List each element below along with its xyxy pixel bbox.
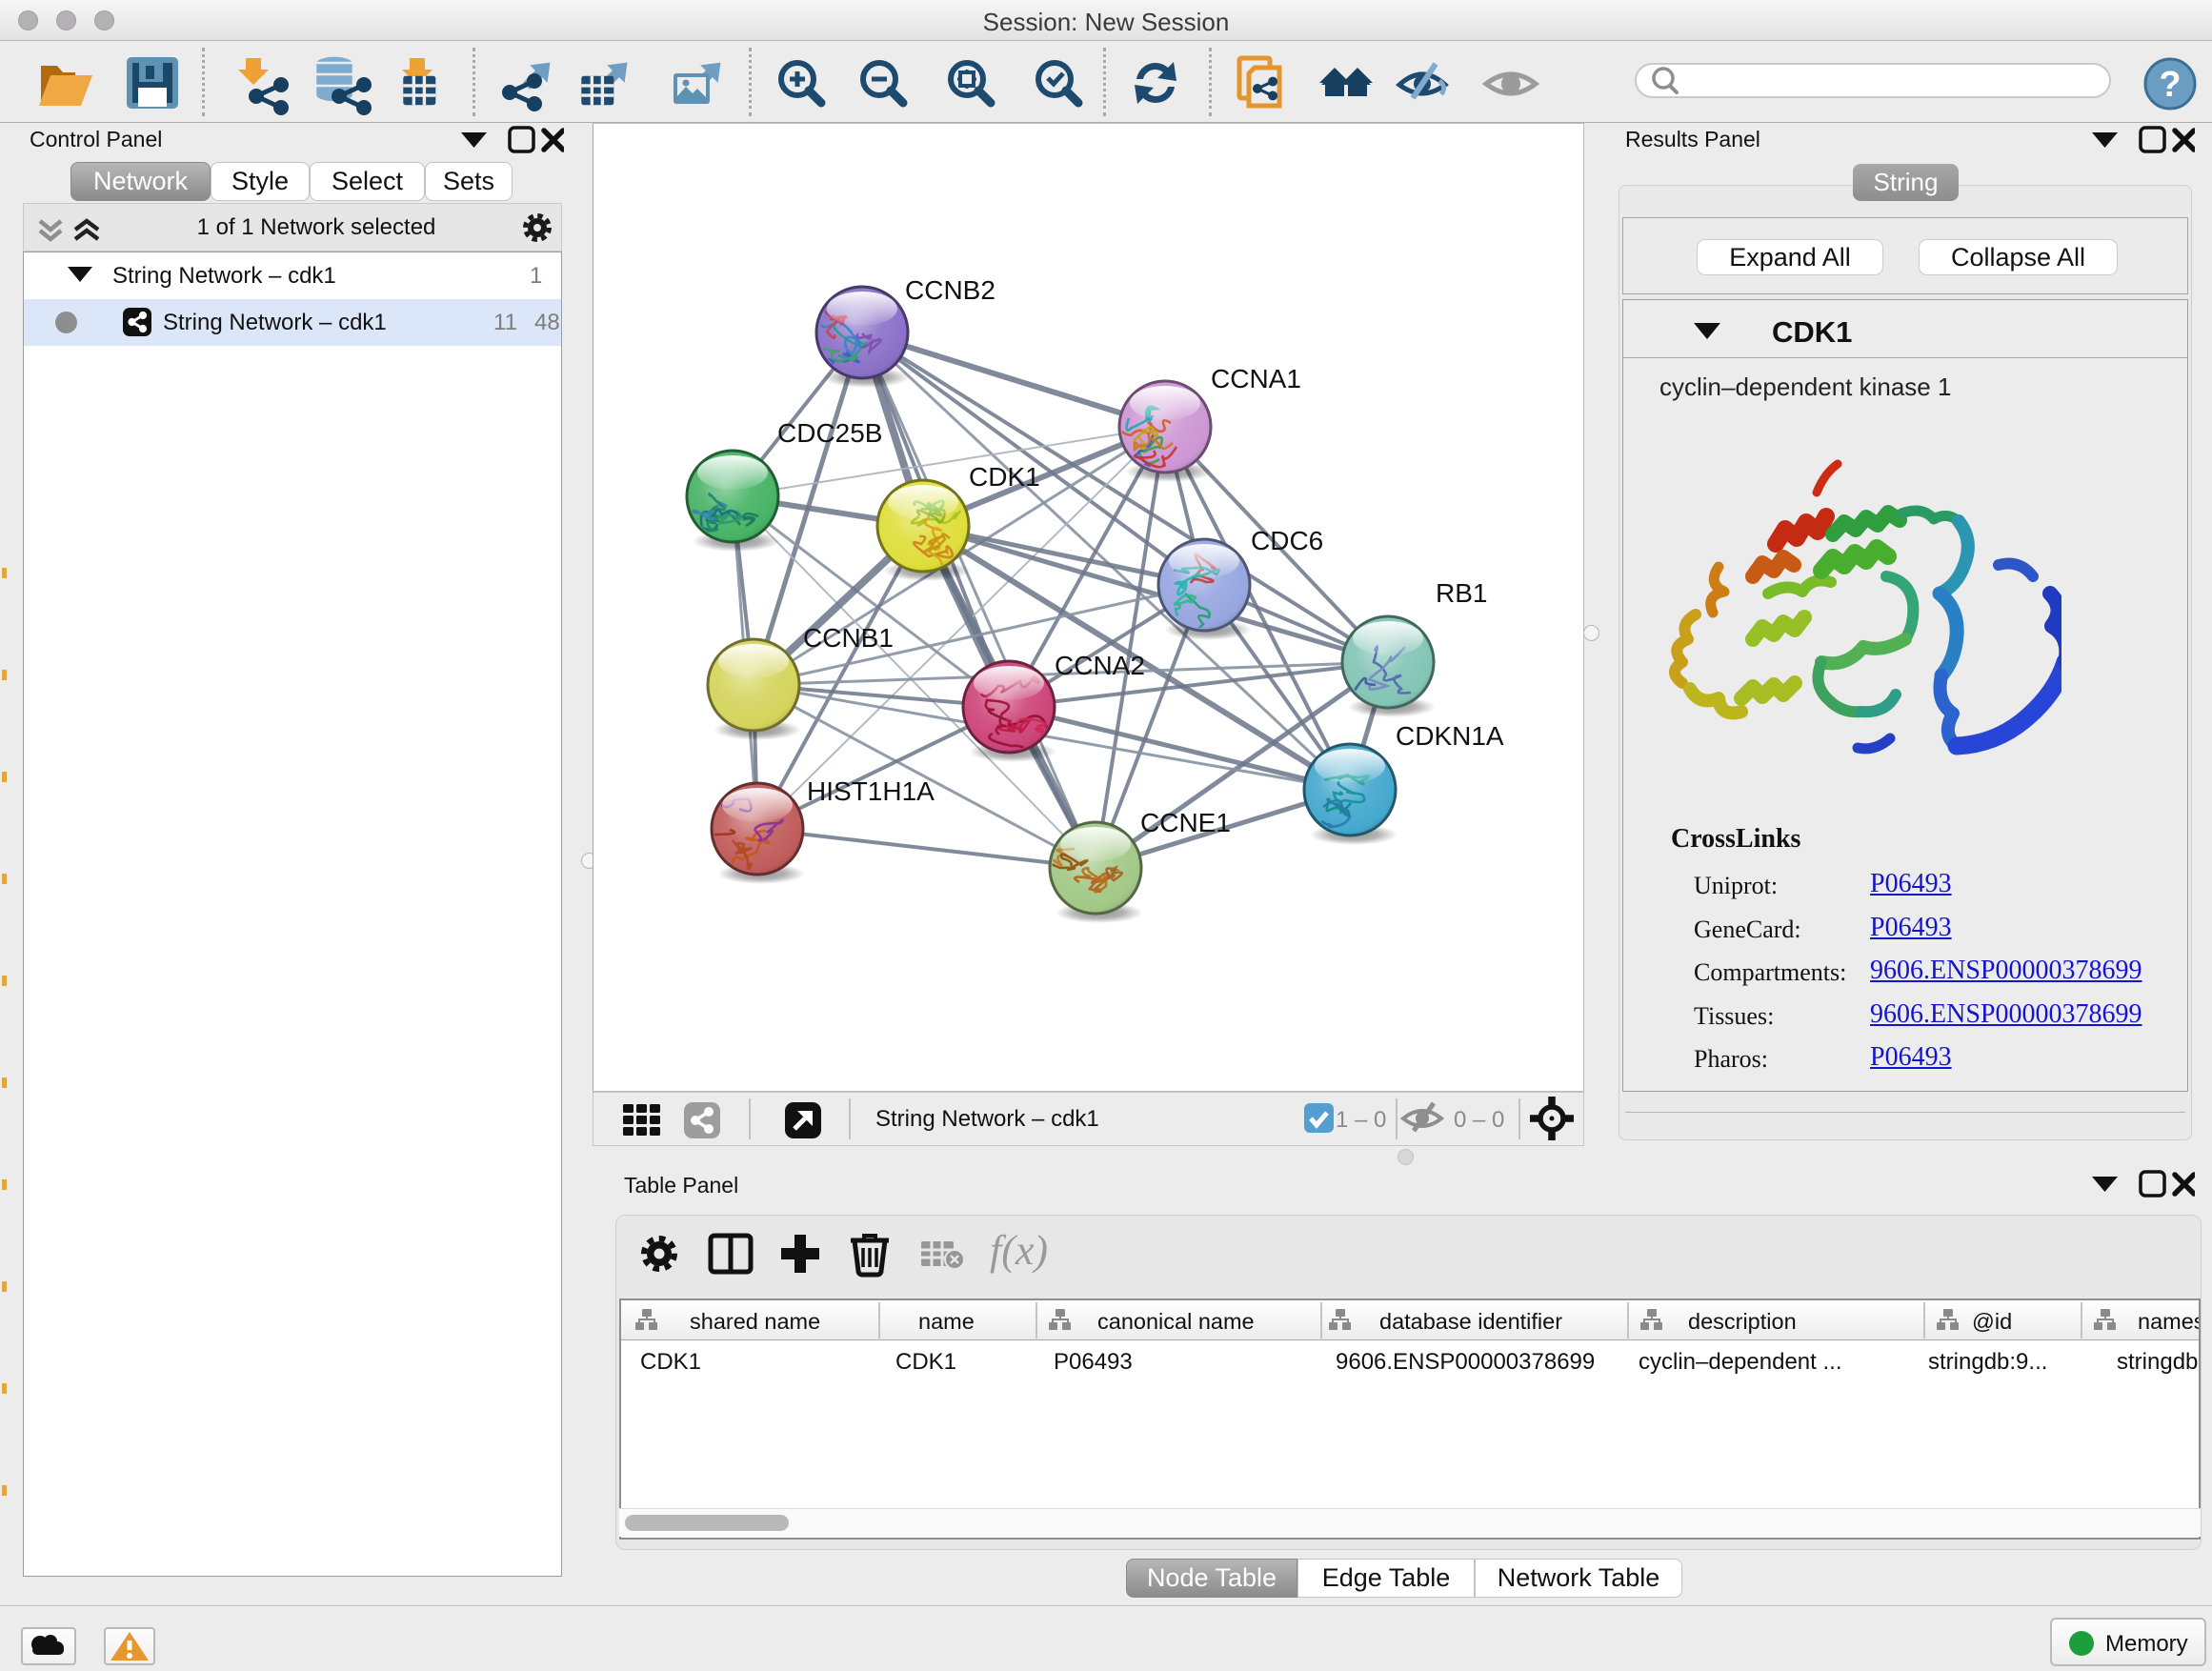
svg-text:CDC25B: CDC25B xyxy=(777,418,882,448)
svg-text:CCNB1: CCNB1 xyxy=(803,623,894,653)
svg-text:CCNB2: CCNB2 xyxy=(905,275,995,305)
svg-text:CCNA2: CCNA2 xyxy=(1055,651,1145,680)
svg-text:CDK1: CDK1 xyxy=(969,462,1040,492)
svg-text:CCNA1: CCNA1 xyxy=(1211,364,1301,393)
svg-text:CCNE1: CCNE1 xyxy=(1140,808,1231,837)
svg-text:HIST1H1A: HIST1H1A xyxy=(807,776,935,806)
svg-text:RB1: RB1 xyxy=(1436,578,1487,608)
svg-text:?: ? xyxy=(2159,65,2181,105)
svg-text:CDKN1A: CDKN1A xyxy=(1396,721,1504,751)
svg-text:CDC6: CDC6 xyxy=(1251,526,1323,555)
